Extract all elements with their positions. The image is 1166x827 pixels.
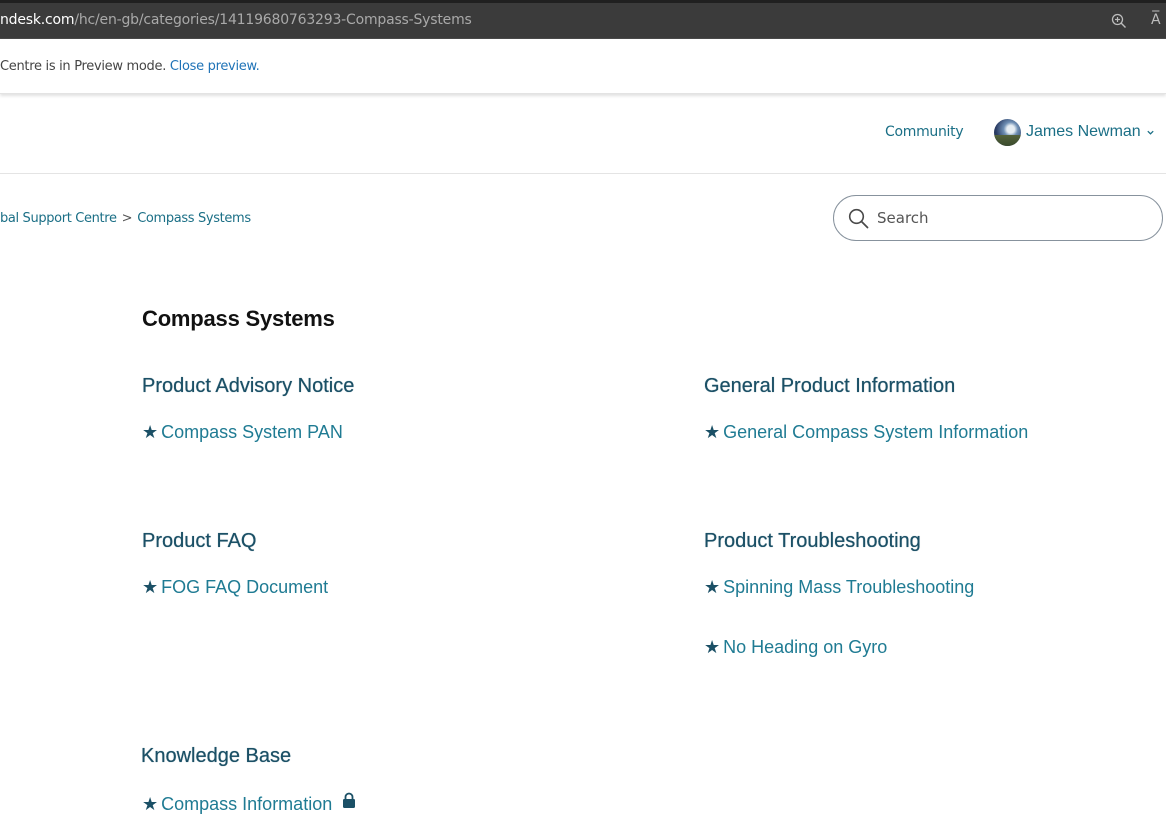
community-link[interactable]: Community xyxy=(885,124,964,140)
section-title-general-product-information[interactable]: General Product Information xyxy=(704,375,955,398)
chevron-down-icon xyxy=(1147,130,1154,135)
article-link-spinning-mass-troubleshooting[interactable]: ★ Spinning Mass Troubleshooting xyxy=(704,577,974,598)
preview-message: Centre is in Preview mode. xyxy=(0,59,167,74)
zoom-in-icon[interactable] xyxy=(1110,12,1128,30)
star-icon: ★ xyxy=(704,422,721,442)
section-title-product-advisory-notice[interactable]: Product Advisory Notice xyxy=(142,375,354,398)
star-icon: ★ xyxy=(142,422,159,442)
url-host: ndesk.com xyxy=(0,12,75,28)
article-link-label: General Compass System Information xyxy=(723,422,1029,442)
article-link-compass-information[interactable]: ★ Compass Information xyxy=(142,792,356,815)
user-menu[interactable]: James Newman xyxy=(994,118,1155,146)
preview-notice: Centre is in Preview mode. Close preview… xyxy=(0,59,260,74)
article-link-compass-system-pan[interactable]: ★ Compass System PAN xyxy=(142,422,343,443)
breadcrumb-separator: > xyxy=(121,211,133,226)
url-text[interactable]: ndesk.com/hc/en-gb/categories/1411968076… xyxy=(0,12,472,28)
read-aloud-icon[interactable]: A̅ xyxy=(1151,12,1161,28)
star-icon: ★ xyxy=(704,637,721,657)
site-header: Community James Newman xyxy=(0,94,1166,174)
article-link-label: Spinning Mass Troubleshooting xyxy=(723,577,975,597)
search-input[interactable] xyxy=(877,206,1147,230)
article-link-fog-faq-document[interactable]: ★ FOG FAQ Document xyxy=(142,577,328,598)
user-name: James Newman xyxy=(1026,123,1141,140)
section-title-product-faq[interactable]: Product FAQ xyxy=(142,530,257,553)
breadcrumb-compass-systems[interactable]: Compass Systems xyxy=(137,211,251,226)
breadcrumb: bal Support Centre > Compass Systems xyxy=(0,211,251,226)
star-icon: ★ xyxy=(704,577,721,597)
breadcrumb-support-centre[interactable]: bal Support Centre xyxy=(0,211,117,226)
star-icon: ★ xyxy=(142,577,159,597)
page-title: Compass Systems xyxy=(142,306,335,331)
preview-notice-bar: Centre is in Preview mode. Close preview… xyxy=(0,39,1166,94)
article-link-label: Compass System PAN xyxy=(161,422,343,442)
url-path: /hc/en-gb/categories/14119680763293-Comp… xyxy=(74,12,472,28)
search-icon xyxy=(848,208,869,229)
article-link-no-heading-on-gyro[interactable]: ★ No Heading on Gyro xyxy=(704,637,887,658)
search-box[interactable] xyxy=(833,195,1163,241)
article-link-label: Compass Information xyxy=(161,794,333,814)
section-title-knowledge-base[interactable]: Knowledge Base xyxy=(141,745,291,768)
browser-address-bar[interactable]: ndesk.com/hc/en-gb/categories/1411968076… xyxy=(0,0,1166,39)
lock-icon xyxy=(343,792,356,808)
close-preview-link[interactable]: Close preview. xyxy=(170,59,260,74)
article-link-label: FOG FAQ Document xyxy=(161,577,329,597)
avatar xyxy=(994,118,1021,146)
article-link-general-compass-system-information[interactable]: ★ General Compass System Information xyxy=(704,422,1028,443)
article-link-label: No Heading on Gyro xyxy=(723,637,888,657)
star-icon: ★ xyxy=(142,794,159,814)
section-title-product-troubleshooting[interactable]: Product Troubleshooting xyxy=(704,530,921,553)
